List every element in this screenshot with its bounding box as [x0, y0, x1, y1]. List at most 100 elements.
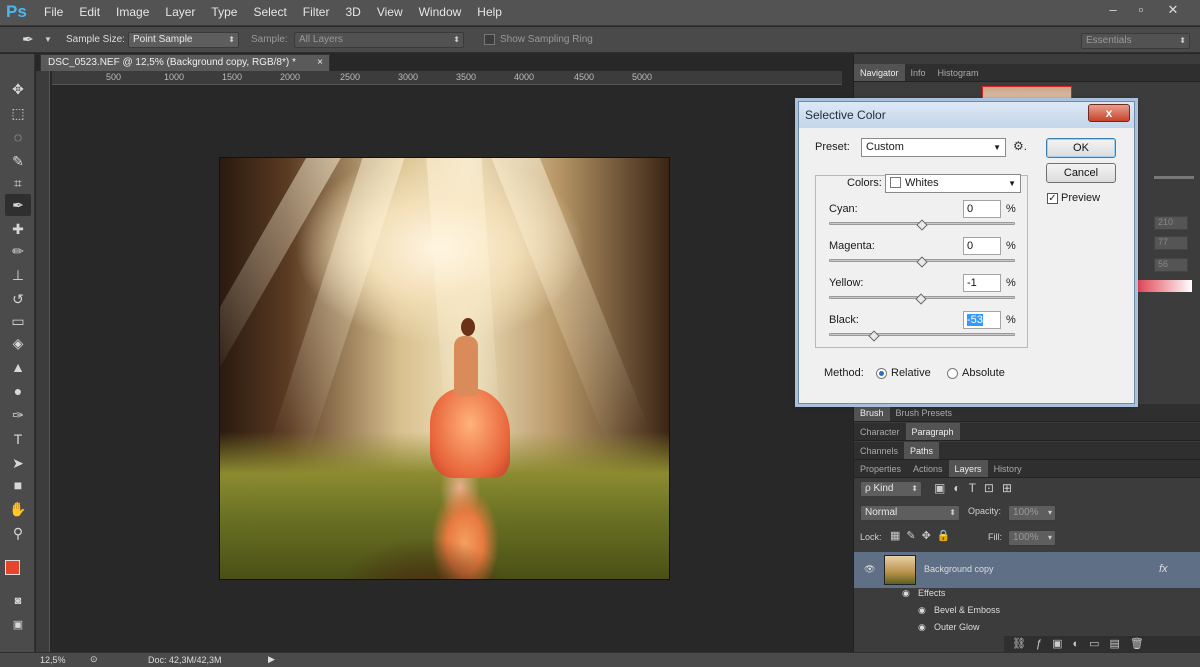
quick-select-tool-icon[interactable]: ✎	[5, 150, 31, 172]
healing-brush-tool-icon[interactable]: ✚	[5, 218, 31, 240]
cancel-button[interactable]: Cancel	[1046, 163, 1116, 183]
close-window-button[interactable]: ✕	[1156, 1, 1190, 19]
foreground-color-swatch[interactable]	[5, 560, 20, 575]
eye-icon[interactable]: ◉	[902, 585, 910, 602]
close-tab-icon[interactable]: ×	[317, 55, 323, 71]
dodge-tool-icon[interactable]: ●	[5, 380, 31, 402]
crop-tool-icon[interactable]: ⌗	[5, 172, 31, 194]
status-icon[interactable]: ⊙	[90, 654, 98, 665]
hand-tool-icon[interactable]: ✋	[5, 498, 31, 520]
sample-size-value: Point Sample	[133, 34, 193, 45]
menu-select[interactable]: Select	[245, 0, 294, 26]
menu-filter[interactable]: Filter	[295, 0, 338, 26]
effect-row-glow[interactable]: ◉ Outer Glow	[854, 619, 1200, 636]
colors-select[interactable]: Whites ▼	[885, 174, 1021, 193]
tab-character[interactable]: Character	[854, 423, 906, 440]
lock-icons[interactable]: ▦✎✥🔒	[890, 529, 957, 542]
tab-histogram[interactable]: Histogram	[932, 64, 985, 81]
gear-icon[interactable]: ⚙.	[1013, 139, 1027, 153]
lasso-tool-icon[interactable]: ◌	[5, 126, 31, 148]
layer-name[interactable]: Background copy	[924, 561, 994, 578]
type-tool-icon[interactable]: T	[5, 428, 31, 450]
menu-3d[interactable]: 3D	[337, 0, 368, 26]
play-icon[interactable]: ▶	[268, 654, 275, 665]
move-tool-icon[interactable]: ✥	[5, 78, 31, 100]
tab-info[interactable]: Info	[905, 64, 932, 81]
tab-properties[interactable]: Properties	[854, 460, 907, 477]
tab-actions[interactable]: Actions	[907, 460, 949, 477]
menu-view[interactable]: View	[369, 0, 411, 26]
quick-mask-icon[interactable]: ◙	[5, 590, 31, 612]
effect-row-bevel[interactable]: ◉ Bevel & Emboss	[854, 602, 1200, 619]
relative-radio[interactable]	[876, 368, 887, 379]
sample-size-select[interactable]: Point Sample ⬍	[128, 32, 239, 48]
magenta-field[interactable]: 0	[963, 237, 1001, 255]
black-slider[interactable]	[829, 333, 1015, 336]
clone-stamp-tool-icon[interactable]: ⊥	[5, 264, 31, 286]
tab-brush[interactable]: Brush	[854, 404, 890, 421]
tab-brush-presets[interactable]: Brush Presets	[890, 404, 959, 421]
eye-icon[interactable]: 👁	[864, 561, 875, 578]
rectangle-tool-icon[interactable]: ■	[5, 474, 31, 496]
show-sampling-ring-checkbox[interactable]	[484, 34, 495, 45]
tab-layers[interactable]: Layers	[948, 460, 988, 477]
preview-checkbox[interactable]: ✓	[1047, 193, 1058, 204]
paint-bucket-tool-icon[interactable]: ◈	[5, 332, 31, 354]
yellow-field[interactable]: -1	[963, 274, 1001, 292]
opacity-field[interactable]: 100% ▾	[1008, 505, 1056, 521]
fx-icon[interactable]: fx	[1159, 561, 1168, 578]
chevron-icon: ⬍	[228, 35, 235, 44]
screen-mode-icon[interactable]: ▣	[5, 614, 31, 636]
preset-select[interactable]: Custom ▼	[861, 138, 1006, 157]
sample-select[interactable]: All Layers ⬍	[294, 32, 464, 48]
tab-channels[interactable]: Channels	[854, 442, 904, 459]
effects-row[interactable]: ◉ Effects	[854, 585, 1200, 602]
workspace-select[interactable]: Essentials ⬍	[1081, 33, 1190, 49]
eyedropper-tool-icon[interactable]: ✒	[5, 194, 31, 216]
document-image[interactable]	[219, 157, 670, 580]
layer-row[interactable]: 👁 Background copy fx	[854, 552, 1200, 588]
tab-paths[interactable]: Paths	[904, 442, 940, 459]
zoom-tool-icon[interactable]: ⚲	[5, 522, 31, 544]
minimize-button[interactable]: –	[1100, 1, 1126, 19]
menu-image[interactable]: Image	[108, 0, 157, 26]
menu-type[interactable]: Type	[203, 0, 245, 26]
dialog-close-button[interactable]: x	[1088, 104, 1130, 122]
ruler-tick: 1000	[164, 72, 185, 82]
path-selection-tool-icon[interactable]: ➤	[5, 452, 31, 474]
marquee-tool-icon[interactable]: ⬚	[5, 102, 31, 124]
tab-paragraph[interactable]: Paragraph	[905, 423, 960, 440]
eraser-tool-icon[interactable]: ▭	[5, 310, 31, 332]
layers-footer-icons[interactable]: ⛓ƒ▣◐▭▤🗑	[1004, 636, 1200, 652]
layer-kind-filter[interactable]: ρ Kind ⬍	[860, 481, 922, 497]
menu-file[interactable]: File	[36, 0, 71, 26]
black-field[interactable]: -53	[963, 311, 1001, 329]
menu-window[interactable]: Window	[411, 0, 470, 26]
fill-field[interactable]: 100% ▾	[1008, 530, 1056, 546]
restore-button[interactable]: ▫	[1128, 1, 1154, 19]
chevron-down-icon[interactable]: ▼	[44, 35, 52, 44]
color-ramp[interactable]	[1136, 280, 1192, 292]
figure-body	[454, 336, 478, 396]
zoom-level[interactable]: 12,5%	[40, 655, 66, 665]
brush-tool-icon[interactable]: ✏	[5, 240, 31, 262]
pen-tool-icon[interactable]: ✑	[5, 404, 31, 426]
history-brush-tool-icon[interactable]: ↺	[5, 288, 31, 310]
document-tab[interactable]: DSC_0523.NEF @ 12,5% (Background copy, R…	[40, 54, 330, 71]
ok-button[interactable]: OK	[1046, 138, 1116, 158]
navigator-zoom-slider[interactable]	[1154, 176, 1194, 179]
blend-mode-select[interactable]: Normal ⬍	[860, 505, 960, 521]
eyedropper-icon[interactable]: ✒	[22, 31, 34, 48]
absolute-radio[interactable]	[947, 368, 958, 379]
eye-icon[interactable]: ◉	[918, 602, 926, 619]
blur-tool-icon[interactable]: ▲	[5, 356, 31, 378]
eye-icon[interactable]: ◉	[918, 619, 926, 636]
menu-edit[interactable]: Edit	[71, 0, 108, 26]
cyan-field[interactable]: 0	[963, 200, 1001, 218]
tab-navigator[interactable]: Navigator	[854, 64, 905, 81]
layer-filter-icons[interactable]: ▣◐T⊡⊞	[934, 481, 1020, 495]
menu-help[interactable]: Help	[469, 0, 510, 26]
tab-history[interactable]: History	[988, 460, 1028, 477]
menu-layer[interactable]: Layer	[157, 0, 203, 26]
dialog-title-bar[interactable]: Selective Color x	[799, 102, 1134, 128]
